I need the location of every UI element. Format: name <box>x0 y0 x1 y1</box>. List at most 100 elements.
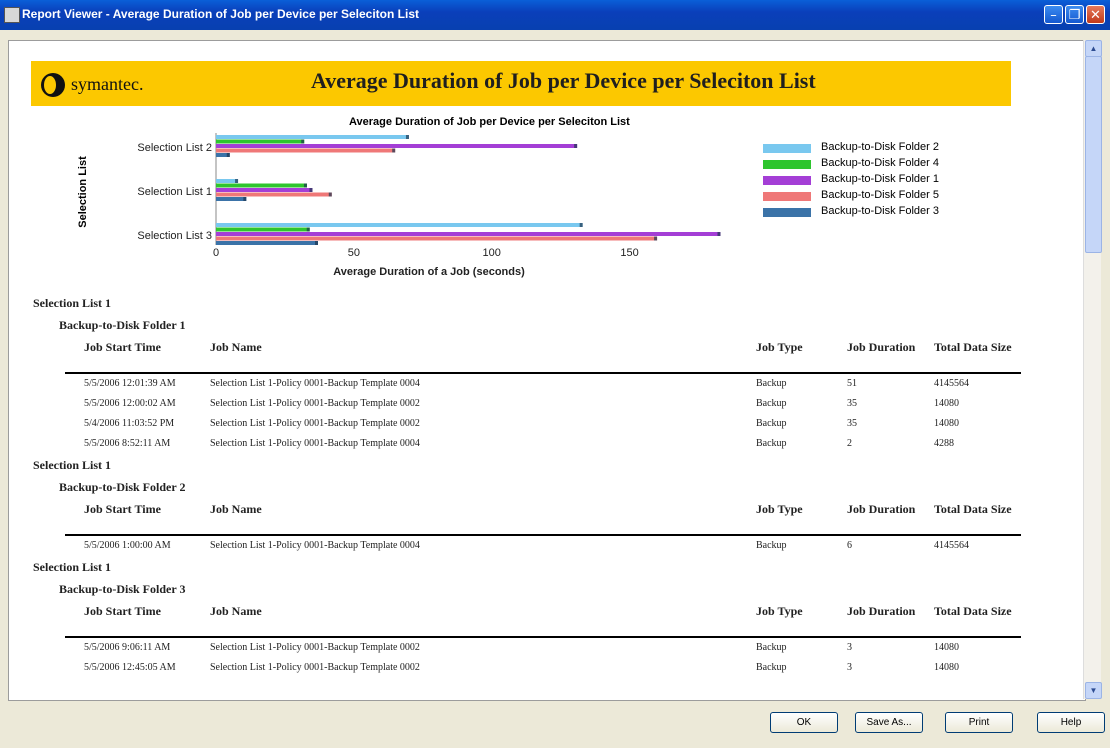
help-button[interactable]: Help <box>1037 712 1105 733</box>
column-header: Job Duration <box>847 604 916 618</box>
column-header: Job Type <box>756 604 803 618</box>
legend-swatch <box>763 208 811 217</box>
save-as-button[interactable]: Save As... <box>855 712 923 733</box>
folder-heading: Backup-to-Disk Folder 2 <box>59 480 186 494</box>
header-divider <box>65 534 1021 536</box>
column-header: Job Name <box>210 340 262 354</box>
column-header: Total Data Size <box>934 340 1012 354</box>
window-title: Report Viewer - Average Duration of Job … <box>22 7 419 21</box>
maximize-button[interactable]: ❐ <box>1065 5 1084 24</box>
column-header: Job Start Time <box>84 340 161 354</box>
chart-xlabel: Average Duration of a Job (seconds) <box>333 266 525 278</box>
table-cell: 4145564 <box>934 378 969 389</box>
title-bar: Report Viewer - Average Duration of Job … <box>0 0 1110 30</box>
legend-label: Backup-to-Disk Folder 4 <box>821 157 939 169</box>
bar <box>216 188 313 192</box>
bar <box>216 179 239 183</box>
legend-label: Backup-to-Disk Folder 1 <box>821 173 939 185</box>
bar-end-cap <box>235 179 239 183</box>
bar-end-cap <box>654 236 658 241</box>
table-cell: 3 <box>847 662 852 673</box>
column-header: Job Type <box>756 502 803 516</box>
bar-end-cap <box>306 227 310 232</box>
bar <box>216 223 583 227</box>
table-cell: Selection List 1-Policy 0001-Backup Temp… <box>210 662 420 673</box>
minimize-button[interactable]: – <box>1044 5 1063 24</box>
table-cell: 5/4/2006 11:03:52 PM <box>84 418 175 429</box>
selection-heading: Selection List 1 <box>33 296 111 310</box>
table-cell: Selection List 1-Policy 0001-Backup Temp… <box>210 540 420 551</box>
bar <box>216 236 658 241</box>
report-content[interactable]: symantec. Average Duration of Job per De… <box>8 40 1086 701</box>
table-cell: 35 <box>847 418 857 429</box>
table-cell: 5/5/2006 12:01:39 AM <box>84 378 176 389</box>
table-cell: 3 <box>847 642 852 653</box>
bar <box>216 241 318 245</box>
bar <box>216 135 409 139</box>
logo-text: symantec. <box>71 74 144 94</box>
category-label: Selection List 1 <box>137 186 212 198</box>
table-cell: 14080 <box>934 662 959 673</box>
table-cell: Selection List 1-Policy 0001-Backup Temp… <box>210 398 420 409</box>
report-title: Average Duration of Job per Device per S… <box>311 68 816 93</box>
legend-label: Backup-to-Disk Folder 5 <box>821 189 939 201</box>
legend-label: Backup-to-Disk Folder 2 <box>821 141 939 153</box>
table-cell: 5/5/2006 8:52:11 AM <box>84 438 171 449</box>
selection-heading: Selection List 1 <box>33 458 111 472</box>
table-cell: 2 <box>847 438 852 449</box>
legend-item: Backup-to-Disk Folder 1 <box>763 173 983 188</box>
x-tick-label: 150 <box>620 247 638 259</box>
legend-item: Backup-to-Disk Folder 3 <box>763 205 983 220</box>
table-cell: 5/5/2006 12:00:02 AM <box>84 398 176 409</box>
bar-end-cap <box>315 241 318 245</box>
bar-end-cap <box>405 135 409 139</box>
bar <box>216 192 332 197</box>
table-cell: Selection List 1-Policy 0001-Backup Temp… <box>210 378 420 389</box>
bar <box>216 148 396 153</box>
report-banner: symantec. Average Duration of Job per De… <box>31 61 1011 106</box>
bar <box>216 232 721 236</box>
selection-heading: Selection List 1 <box>33 560 111 574</box>
table-cell: 5/5/2006 12:45:05 AM <box>84 662 176 673</box>
close-button[interactable]: ✕ <box>1086 5 1105 24</box>
column-header: Job Type <box>756 340 803 354</box>
x-tick-label: 100 <box>482 247 500 259</box>
table-cell: 51 <box>847 378 857 389</box>
x-tick-label: 0 <box>213 247 219 259</box>
bar-end-cap <box>301 139 305 144</box>
legend-swatch <box>763 160 811 169</box>
table-cell: 5/5/2006 1:00:00 AM <box>84 540 171 551</box>
table-cell: 35 <box>847 398 857 409</box>
table-cell: 5/5/2006 9:06:11 AM <box>84 642 171 653</box>
legend-label: Backup-to-Disk Folder 3 <box>821 205 939 217</box>
legend-item: Backup-to-Disk Folder 5 <box>763 189 983 204</box>
table-cell: Backup <box>756 418 787 429</box>
scroll-up-icon[interactable]: ▲ <box>1085 40 1102 57</box>
legend-item: Backup-to-Disk Folder 4 <box>763 157 983 172</box>
bar-end-cap <box>243 197 247 201</box>
table-cell: Backup <box>756 398 787 409</box>
legend-swatch <box>763 144 811 153</box>
scroll-down-icon[interactable]: ▼ <box>1085 682 1102 699</box>
folder-heading: Backup-to-Disk Folder 3 <box>59 582 186 596</box>
bar-end-cap <box>303 183 307 188</box>
bar <box>216 227 310 232</box>
x-tick-label: 50 <box>348 247 360 259</box>
category-label: Selection List 3 <box>137 230 212 242</box>
table-cell: Backup <box>756 540 787 551</box>
app-icon <box>4 7 20 23</box>
bar-end-cap <box>309 188 313 192</box>
bar <box>216 144 578 148</box>
table-cell: Backup <box>756 662 787 673</box>
header-divider <box>65 636 1021 638</box>
ok-button[interactable]: OK <box>770 712 838 733</box>
table-cell: Selection List 1-Policy 0001-Backup Temp… <box>210 642 420 653</box>
table-cell: Selection List 1-Policy 0001-Backup Temp… <box>210 438 420 449</box>
vertical-scrollbar[interactable]: ▲ ▼ <box>1083 40 1102 699</box>
scroll-thumb[interactable] <box>1085 56 1102 253</box>
print-button[interactable]: Print <box>945 712 1013 733</box>
folder-heading: Backup-to-Disk Folder 1 <box>59 318 186 332</box>
bar-end-cap <box>574 144 578 148</box>
column-header: Job Start Time <box>84 502 161 516</box>
legend-swatch <box>763 192 811 201</box>
